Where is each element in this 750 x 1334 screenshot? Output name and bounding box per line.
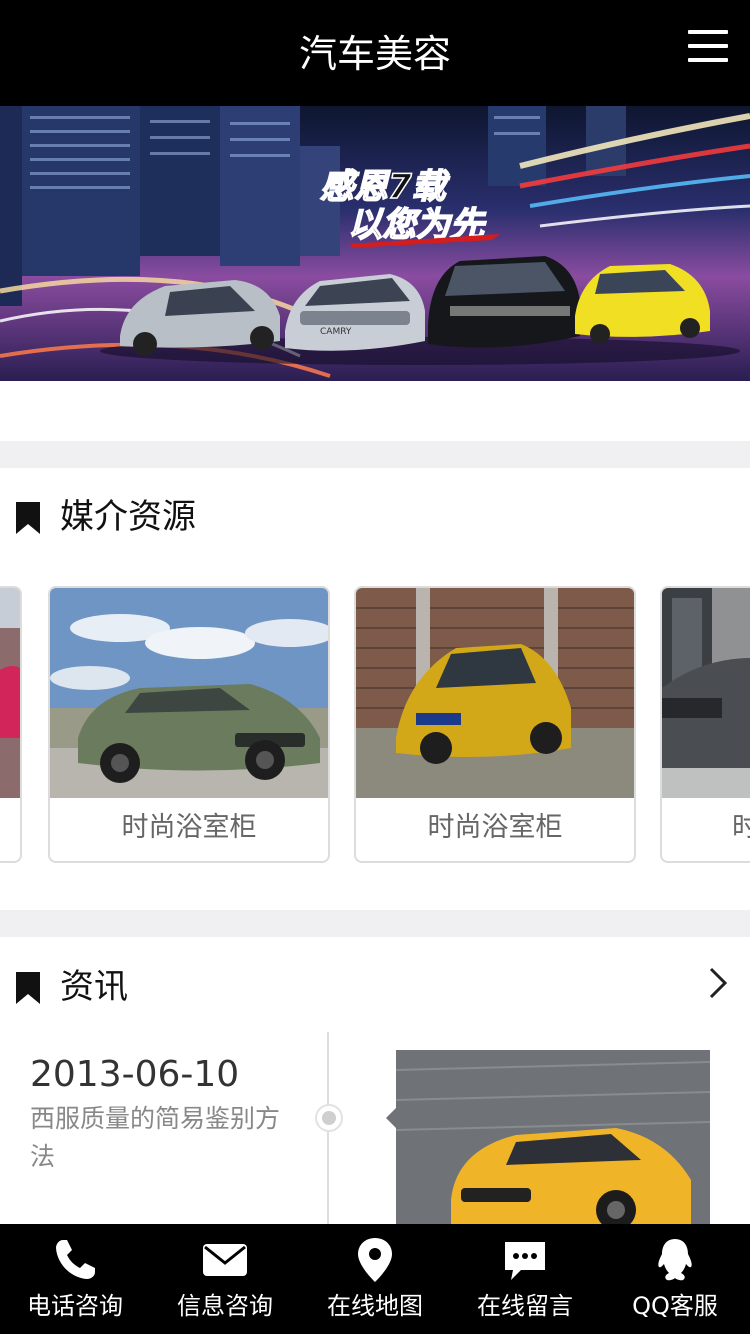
media-card-label: 时尚浴室柜 [121,812,257,843]
nav-label: 电话咨询 [27,1292,123,1320]
qq-icon [658,1239,692,1281]
chevron-right-icon[interactable] [708,966,728,1000]
news-section-title: 资讯 [60,967,128,1007]
media-card[interactable]: 时尚浴室柜 [354,586,636,863]
media-card-label: 时尚浴室柜 [427,812,563,843]
nav-map[interactable]: 在线地图 [300,1224,450,1334]
bookmark-icon [16,972,40,1004]
nav-message-info[interactable]: 信息咨询 [150,1224,300,1334]
media-card[interactable]: 时尚浴室柜 [48,586,330,863]
section-divider [0,910,750,937]
media-section-title: 媒介资源 [60,497,196,537]
media-card-image [0,588,20,798]
phone-icon [56,1240,95,1279]
media-card-label: 时尚浴室柜 [662,798,750,861]
map-pin-icon [358,1238,392,1282]
media-card-image [662,588,750,798]
banner-headline: 感恩7载 [320,167,451,207]
news-image[interactable] [396,1050,710,1224]
hero-banner[interactable]: 感恩7载 以您为先 CAMRY [0,106,750,381]
mail-icon [203,1244,247,1276]
nav-label: 在线留言 [477,1292,573,1320]
timeline-dot [315,1104,343,1132]
nav-guestbook[interactable]: 在线留言 [450,1224,600,1334]
media-card[interactable]: 时尚浴室柜 [660,586,750,863]
top-header: 汽车美容 [0,0,750,106]
nav-label: QQ客服 [632,1292,718,1320]
page-title: 汽车美容 [298,32,451,76]
media-section-header: 媒介资源 [0,494,750,554]
news-title-link[interactable]: 西服质量的简易鉴别方法 [30,1100,300,1176]
nav-label: 在线地图 [327,1292,423,1320]
news-section-header: 资讯 [0,964,750,1024]
page: 汽车美容 感恩7载 以您为先 CAMRY 媒介资源 时尚浴室柜 时尚浴室柜 资讯… [0,0,750,1334]
bookmark-icon [16,502,40,534]
section-divider [0,441,750,468]
banner-car-badge: CAMRY [320,327,352,337]
menu-icon[interactable] [688,30,728,64]
nav-qq[interactable]: QQ客服 [600,1224,750,1334]
banner-image: 感恩7载 以您为先 CAMRY [0,106,750,378]
news-pointer [386,1108,396,1128]
bottom-nav: 电话咨询 信息咨询 在线地图 在线留言 QQ客服 [0,1224,750,1334]
media-card-partial-left[interactable] [0,586,22,863]
nav-label: 信息咨询 [177,1292,273,1320]
media-card-image [50,588,328,798]
media-card-image [356,588,634,798]
news-date: 2013-06-10 [30,1054,240,1095]
nav-phone[interactable]: 电话咨询 [0,1224,150,1334]
chat-icon [505,1242,545,1280]
